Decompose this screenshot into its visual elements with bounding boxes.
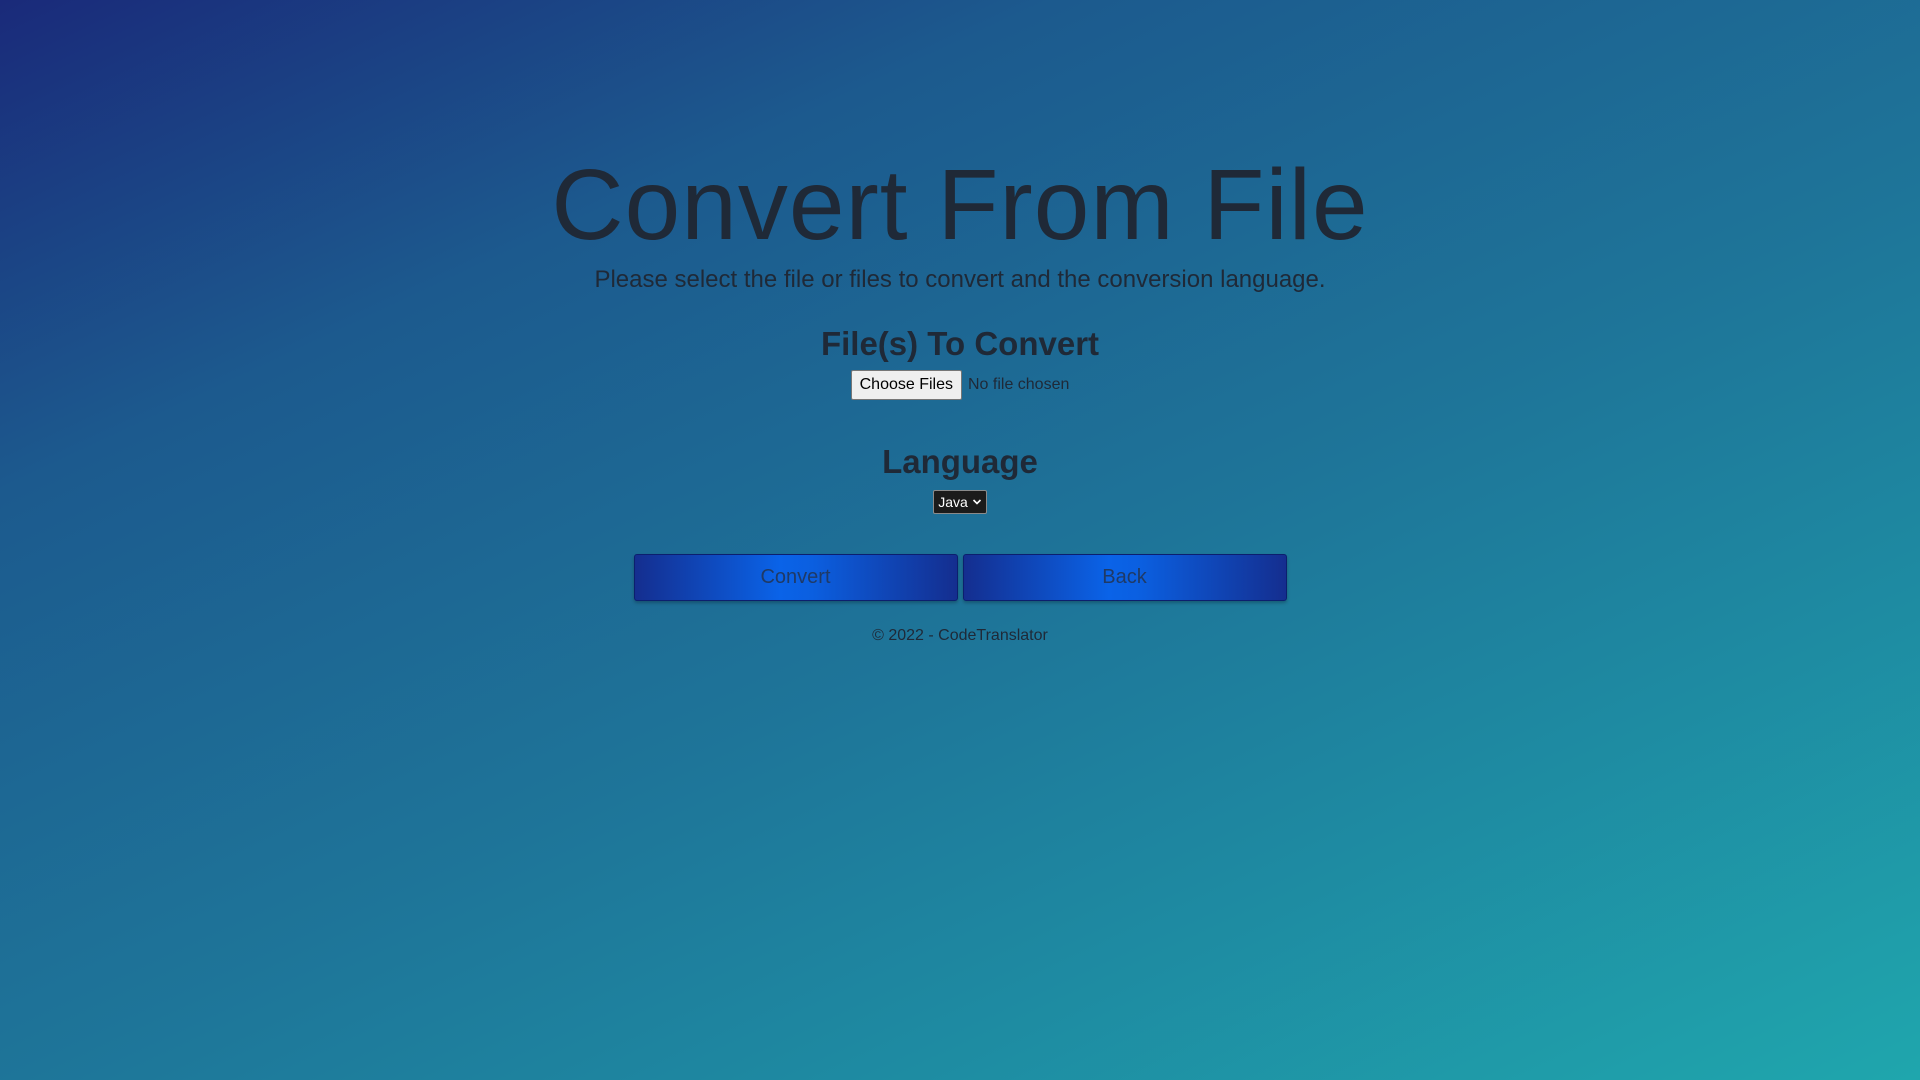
choose-files-button[interactable]: Choose Files	[850, 370, 962, 400]
files-heading: File(s) To Convert	[820, 325, 1100, 362]
file-input[interactable]: Choose Files No file chosen	[0, 370, 1920, 400]
no-file-chosen-text: No file chosen	[967, 376, 1070, 393]
language-heading: Language	[882, 443, 1038, 480]
main-content: Convert From File Please select the file…	[0, 150, 1920, 645]
footer-copyright: © 2022 - CodeTranslator	[872, 627, 1048, 644]
chevron-down-icon	[972, 499, 981, 505]
back-button[interactable]: Back	[962, 554, 1287, 601]
action-buttons: Convert Back	[0, 554, 1920, 601]
language-selected-value: Java	[938, 494, 968, 510]
page-subtitle: Please select the file or files to conve…	[594, 266, 1326, 293]
page-title: Convert From File	[551, 149, 1369, 261]
language-select[interactable]: Java	[933, 490, 987, 514]
convert-button[interactable]: Convert	[633, 554, 958, 601]
